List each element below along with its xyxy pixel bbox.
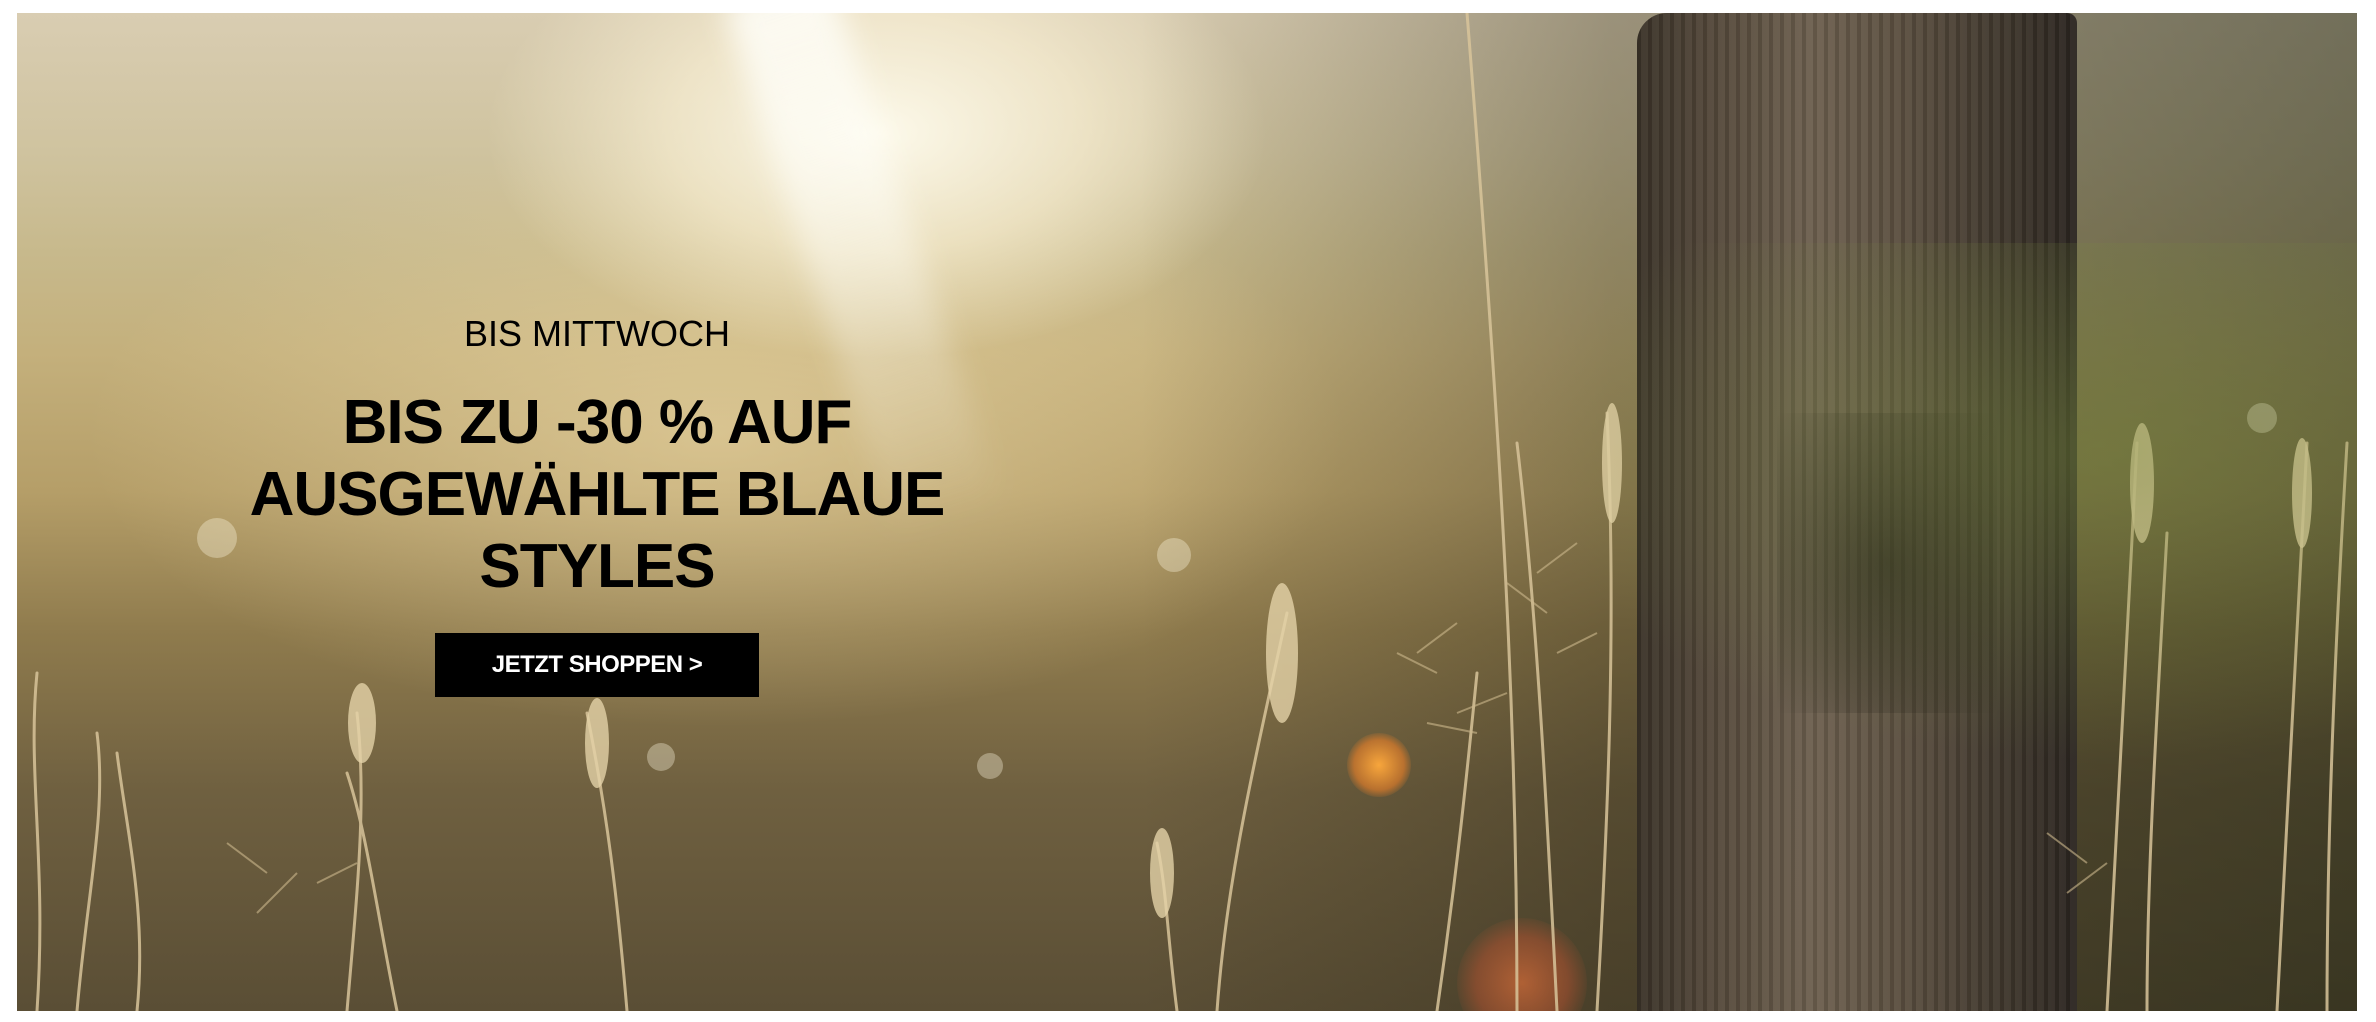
promo-eyebrow: BIS MITTWOCH — [464, 313, 730, 354]
promo-text-block: BIS MITTWOCH BIS ZU -30 % AUF AUSGEWÄHLT… — [212, 313, 982, 697]
promo-headline-line: AUSGEWÄHLTE BLAUE — [249, 460, 946, 529]
promo-headline-line: STYLES — [479, 532, 715, 601]
promo-headline-line: BIS ZU -30 % AUF — [342, 388, 853, 457]
shop-now-button[interactable]: JETZT SHOPPEN > — [435, 633, 759, 697]
promo-headline: BIS ZU -30 % AUF AUSGEWÄHLTE BLAUE STYLE… — [212, 387, 982, 603]
bokeh — [2247, 403, 2277, 433]
hero-banner[interactable]: BIS MITTWOCH BIS ZU -30 % AUF AUSGEWÄHLT… — [17, 13, 2357, 1011]
trunk-shadow — [1777, 413, 1997, 713]
